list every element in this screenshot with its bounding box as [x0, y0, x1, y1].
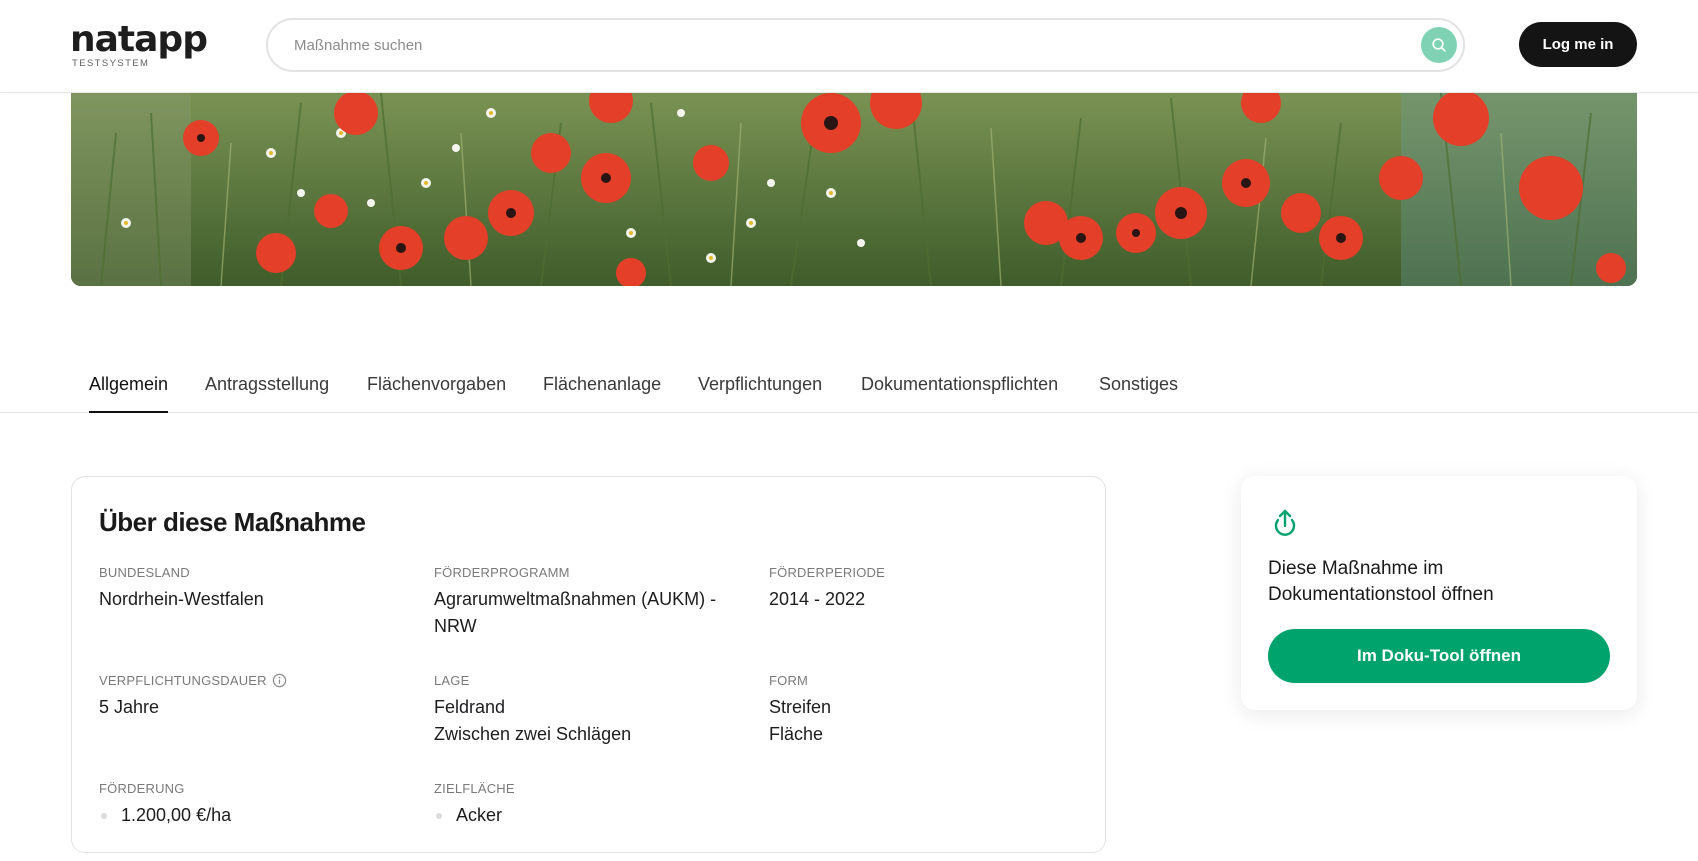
lage-value-item: Zwischen zwei Schlägen [434, 724, 632, 744]
bullet-dot [101, 812, 107, 819]
field-value-foerderprogramm: Agrarumweltmaßnahmen (AUKM) - NRW [434, 586, 734, 640]
tab-verpflichtungen[interactable]: Verpflichtungen [698, 356, 822, 413]
foerderung-list-item: 1.200,00 €/ha [99, 802, 399, 829]
open-doku-tool-button[interactable]: Im Doku-Tool öffnen [1268, 629, 1610, 683]
field-label-foerderprogramm: FÖRDERPROGRAMM [434, 564, 570, 580]
form-value-item: Fläche [769, 724, 824, 744]
field-value-form: Streifen Fläche [769, 694, 1069, 748]
field-value-verpflichtungsdauer: 5 Jahre [99, 697, 160, 717]
search-icon [1432, 38, 1446, 52]
bullet-dot [436, 812, 442, 819]
natapp-logo[interactable]: natapp TESTSYSTEM [70, 19, 208, 70]
field-foerderung: FÖRDERUNG 1.200,00 €/ha [99, 779, 399, 829]
foerderung-value: 1.200,00 €/ha [121, 805, 232, 825]
search-bar [266, 18, 1465, 72]
field-value-foerderperiode: 2014 - 2022 [769, 589, 866, 609]
field-label-lage: LAGE [434, 672, 470, 688]
zielflaeche-list-item: Acker [434, 802, 734, 829]
field-form: FORM Streifen Fläche [769, 671, 1069, 748]
doku-tool-card: Diese Maßnahme im Dokumentationstool öff… [1241, 476, 1637, 710]
poppy-field-illustration [71, 93, 1637, 286]
field-label-form: FORM [769, 672, 809, 688]
tab-flaechenanlage[interactable]: Flächenanlage [543, 356, 661, 413]
tab-sonstiges[interactable]: Sonstiges [1099, 356, 1178, 413]
form-value-item: Streifen [769, 697, 832, 717]
hero-image-poppy-field [71, 93, 1637, 286]
header: natapp TESTSYSTEM Log me in [0, 0, 1698, 93]
login-button[interactable]: Log me in [1519, 22, 1637, 67]
info-card-title: Über diese Maßnahme [99, 507, 366, 537]
logo-wordmark: natapp [70, 19, 208, 60]
tab-bar: Allgemein Antragsstellung Flächenvorgabe… [0, 330, 1698, 413]
verpflichtungsdauer-label-text: VERPFLICHTUNGSDAUER [99, 672, 267, 688]
search-button[interactable] [1421, 27, 1457, 63]
doku-tool-text: Diese Maßnahme im Dokumentationstool öff… [1268, 558, 1494, 605]
field-foerderperiode: FÖRDERPERIODE 2014 - 2022 [769, 563, 1069, 613]
info-icon[interactable] [272, 673, 287, 688]
field-label-zielflaeche: ZIELFLÄCHE [434, 780, 515, 796]
tab-flaechenvorgaben[interactable]: Flächenvorgaben [367, 356, 506, 413]
field-label-bundesland: BUNDESLAND [99, 564, 190, 580]
field-zielflaeche: ZIELFLÄCHE Acker [434, 779, 734, 829]
field-value-lage: Feldrand Zwischen zwei Schlägen [434, 694, 734, 748]
lage-value-item: Feldrand [434, 697, 506, 717]
measure-info-card: Über diese Maßnahme BUNDESLAND Nordrhein… [71, 476, 1106, 853]
search-input[interactable] [294, 20, 1374, 70]
tab-antragsstellung[interactable]: Antragsstellung [205, 356, 329, 413]
upload-icon [1274, 509, 1296, 536]
field-lage: LAGE Feldrand Zwischen zwei Schlägen [434, 671, 734, 748]
field-label-foerderperiode: FÖRDERPERIODE [769, 564, 886, 580]
foerderprogramm-line-1: Agrarumweltmaßnahmen (AUKM) - [434, 589, 717, 609]
zielflaeche-value: Acker [456, 805, 503, 825]
field-label-foerderung: FÖRDERUNG [99, 780, 185, 796]
field-verpflichtungsdauer: VERPFLICHTUNGSDAUER 5 Jahre [99, 671, 399, 721]
tab-allgemein[interactable]: Allgemein [89, 356, 169, 413]
field-label-verpflichtungsdauer: VERPFLICHTUNGSDAUER [99, 671, 399, 689]
field-bundesland: BUNDESLAND Nordrhein-Westfalen [99, 563, 399, 613]
field-value-bundesland: Nordrhein-Westfalen [99, 589, 264, 609]
foerderprogramm-line-2: NRW [434, 616, 477, 636]
tab-dokumentationspflichten[interactable]: Dokumentationspflichten [861, 356, 1058, 413]
field-foerderprogramm: FÖRDERPROGRAMM Agrarumweltmaßnahmen (AUK… [434, 563, 734, 640]
